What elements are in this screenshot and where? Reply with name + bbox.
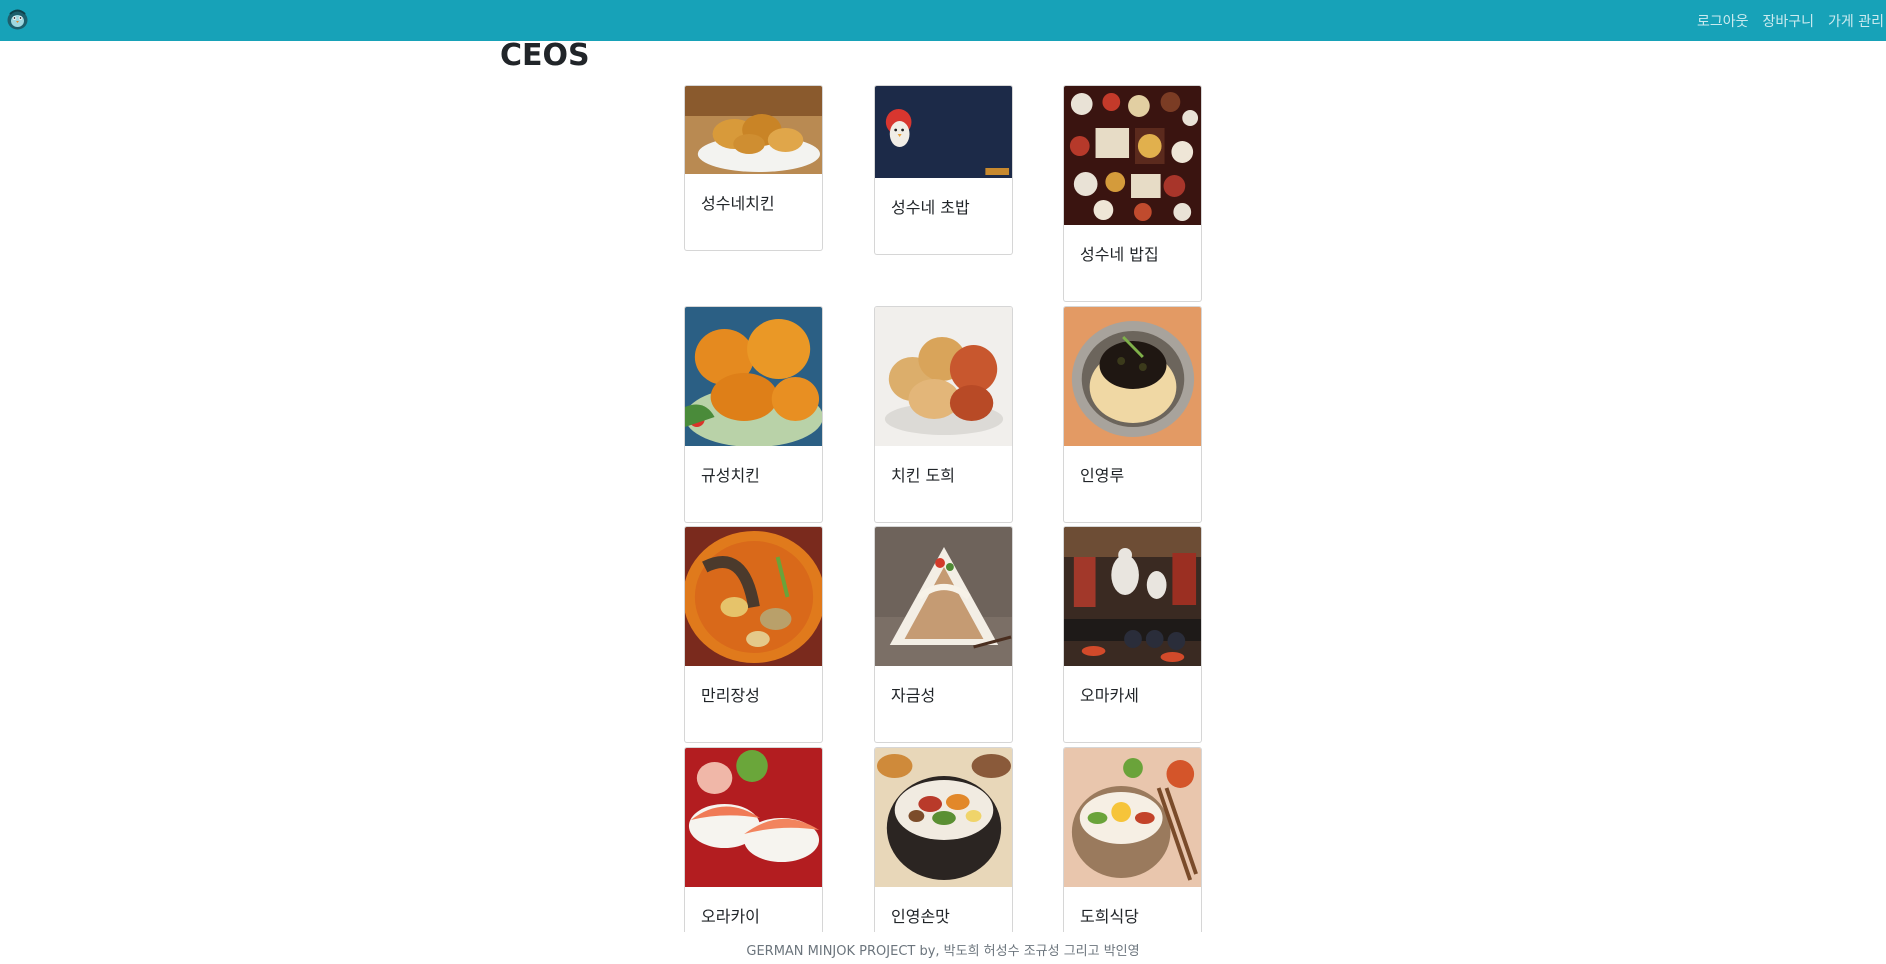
store-name: 인영루 (1080, 466, 1125, 485)
store-name: 성수네치킨 (701, 194, 775, 213)
top-navbar: 로그아웃 장바구니 가게 관리 (0, 0, 1886, 41)
penguin-logo-icon[interactable] (5, 6, 30, 31)
store-name: 인영손맛 (891, 907, 950, 926)
cart-link[interactable]: 장바구니 (1762, 11, 1814, 31)
store-card[interactable]: 성수네 초밥 (874, 85, 1013, 255)
spicy-stew-image (685, 527, 822, 666)
noodle-salad-image (875, 527, 1012, 666)
dolsot-bibimbap-image (875, 748, 1012, 887)
store-name: 규성치킨 (701, 466, 760, 485)
page-title: CEOS (500, 38, 590, 73)
footer-credits: GERMAN MINJOK PROJECT by, 박도희 허성수 조규성 그리… (746, 944, 1140, 959)
store-card[interactable]: 자금성 (874, 526, 1013, 743)
fried-chicken-plate-image (685, 86, 822, 174)
store-card[interactable]: 도희식당 (1063, 747, 1202, 932)
store-name: 성수네 초밥 (891, 198, 970, 217)
store-name: 성수네 밥집 (1080, 245, 1159, 264)
store-name: 자금성 (891, 686, 936, 705)
store-name: 오마카세 (1080, 686, 1139, 705)
nav-links: 로그아웃 장바구니 가게 관리 (1697, 0, 1886, 41)
store-management-link[interactable]: 가게 관리 (1828, 11, 1886, 31)
store-card[interactable]: 성수네 밥집 (1063, 85, 1202, 302)
store-name: 치킨 도희 (891, 466, 955, 485)
fried-chicken-bowl-image (875, 307, 1012, 446)
store-card[interactable]: 오라카이 (684, 747, 823, 932)
salmon-sushi-image (685, 748, 822, 887)
store-name: 만리장성 (701, 686, 760, 705)
korean-table-spread-image (1064, 86, 1201, 225)
jajangmyeon-image (1064, 307, 1201, 446)
conveyor-sushi-restaurant-image (1064, 527, 1201, 666)
crispy-fried-chicken-image (685, 307, 822, 446)
store-card[interactable]: 치킨 도희 (874, 306, 1013, 523)
logout-link[interactable]: 로그아웃 (1697, 11, 1749, 31)
store-name: 도희식당 (1080, 907, 1139, 926)
store-card[interactable]: 규성치킨 (684, 306, 823, 523)
store-card[interactable]: 인영루 (1063, 306, 1202, 523)
store-card[interactable]: 오마카세 (1063, 526, 1202, 743)
store-grid: 성수네치킨 성수네 초밥 성수네 밥집 규성치킨 치킨 도희 인영루 만리장성 … (684, 85, 1208, 932)
store-card[interactable]: 성수네치킨 (684, 85, 823, 251)
penguin-illustration-image (875, 86, 1012, 178)
store-name: 오라카이 (701, 907, 760, 926)
store-card[interactable]: 인영손맛 (874, 747, 1013, 932)
bibimbap-bowl-image (1064, 748, 1201, 887)
store-card[interactable]: 만리장성 (684, 526, 823, 743)
